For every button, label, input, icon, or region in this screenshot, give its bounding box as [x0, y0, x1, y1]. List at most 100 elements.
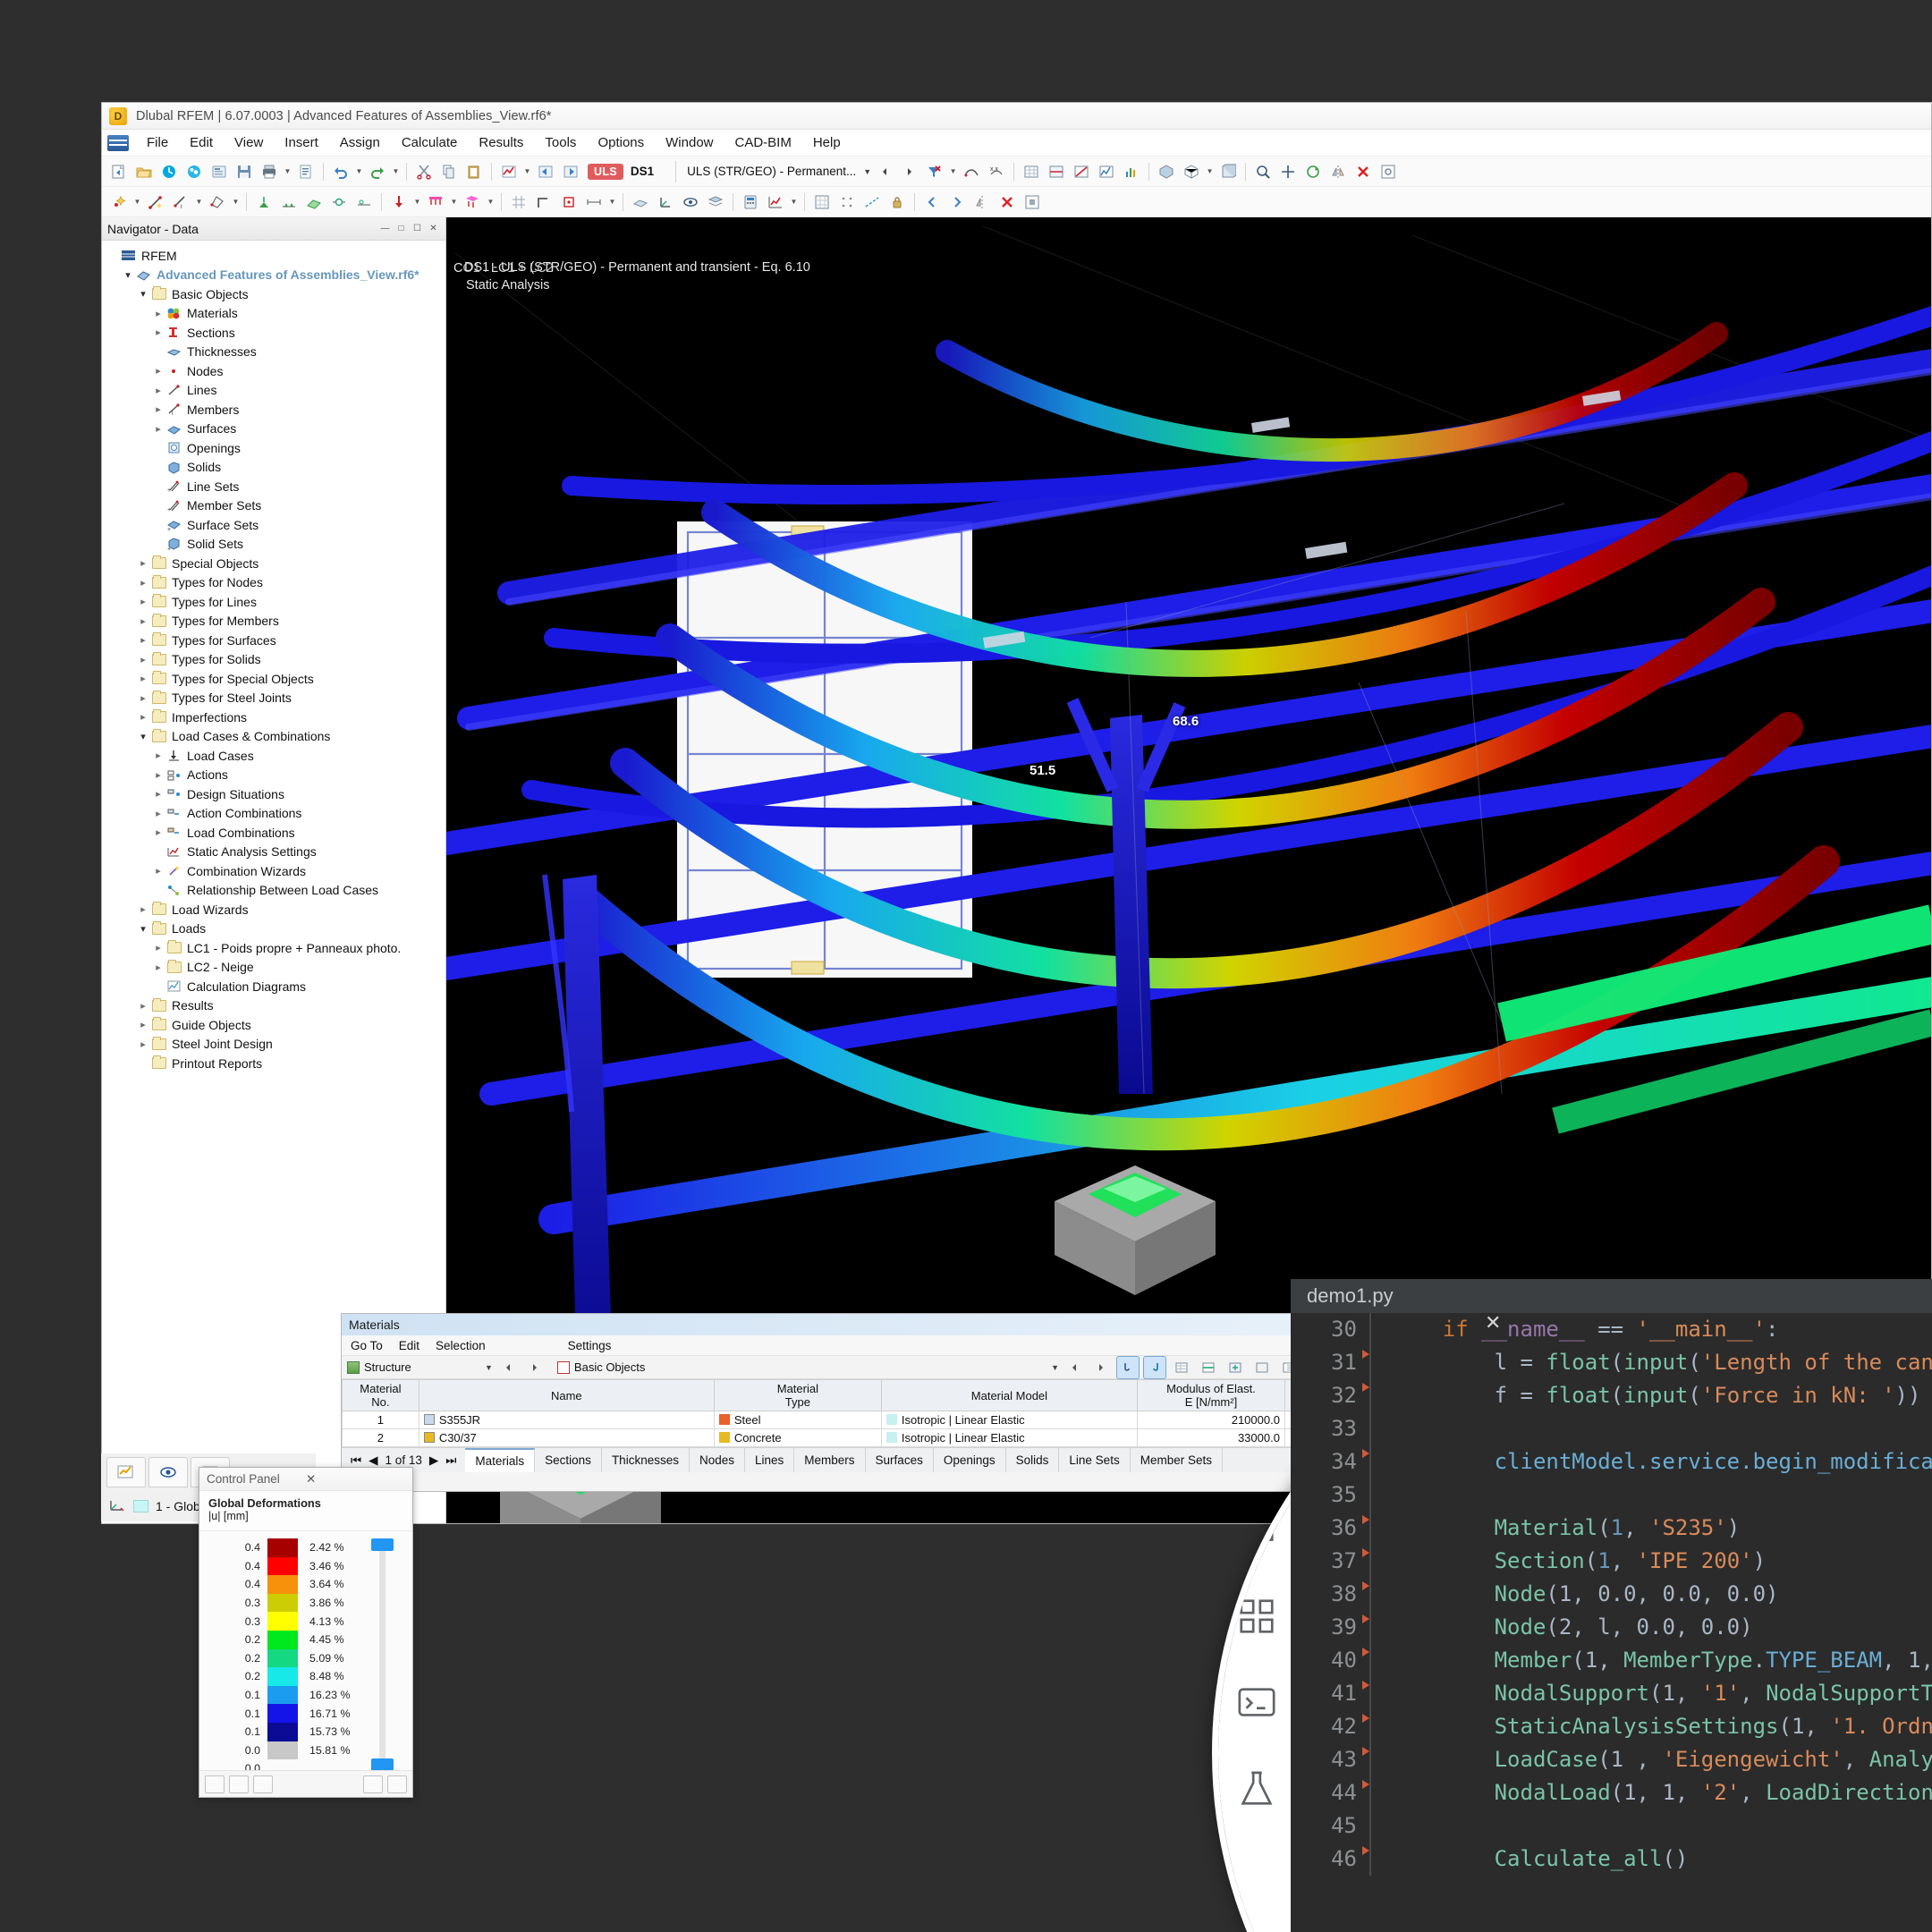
- work-plane-icon[interactable]: [629, 191, 652, 214]
- breakpoint-marker-icon[interactable]: [1362, 1548, 1369, 1557]
- view-settings-icon[interactable]: [1021, 191, 1044, 214]
- menu-item-view[interactable]: View: [224, 131, 274, 154]
- combination-combobox[interactable]: ULS (STR/GEO) - Permanent... ▼: [675, 160, 871, 182]
- tree-item-solids[interactable]: Solids: [102, 458, 445, 478]
- tree-item-design-situations[interactable]: ▸ Design Situations: [102, 784, 445, 804]
- chevron-right-icon[interactable]: ▸: [136, 654, 150, 665]
- print-dropdown-caret[interactable]: ▼: [283, 160, 292, 183]
- distribution-icon[interactable]: [1120, 160, 1143, 183]
- nodal-load-caret[interactable]: ▼: [412, 191, 422, 214]
- code-line[interactable]: NodalLoad(1, 1, '2', LoadDirectionType): [1391, 1776, 1932, 1809]
- new-node-caret[interactable]: ▼: [132, 191, 142, 214]
- close-view-icon[interactable]: [996, 191, 1019, 214]
- materials-menu-goto[interactable]: Go To: [351, 1339, 383, 1352]
- surface-load-caret[interactable]: ▼: [486, 191, 496, 214]
- chevron-right-icon[interactable]: ▸: [136, 673, 150, 684]
- code-line[interactable]: if __name__ == '__main__':: [1391, 1313, 1932, 1346]
- table-view-icon[interactable]: [1170, 1356, 1193, 1379]
- osnap-icon[interactable]: [557, 191, 580, 214]
- mode-next-icon[interactable]: [523, 1356, 547, 1379]
- table-tab-materials[interactable]: Materials: [465, 1448, 536, 1472]
- code-line[interactable]: NodalSupport(1, '1', NodalSupportType.FI…: [1391, 1677, 1932, 1710]
- tree-item-lc1-poids-propre-panneaux-photo[interactable]: ▸ LC1 - Poids propre + Panneaux photo.: [102, 938, 445, 958]
- chevron-right-icon[interactable]: ▸: [151, 808, 165, 819]
- chevron-right-icon[interactable]: ▸: [136, 1038, 150, 1050]
- code-line[interactable]: Member(1, MemberType.TYPE_BEAM, 1, 2, 0,…: [1391, 1644, 1932, 1677]
- prev-view-icon[interactable]: [920, 191, 944, 214]
- redo-icon[interactable]: [366, 160, 389, 183]
- pan-icon[interactable]: [1276, 160, 1300, 183]
- chevron-down-icon[interactable]: ▾: [136, 288, 150, 300]
- rotate-icon[interactable]: [1301, 160, 1325, 183]
- sync-selection-icon[interactable]: [1143, 1355, 1166, 1379]
- tree-item-load-cases-combinations[interactable]: ▾ Load Cases & Combinations: [102, 727, 445, 747]
- cell-name[interactable]: S355JR: [418, 1411, 715, 1429]
- grid-toggle-icon[interactable]: [810, 191, 834, 214]
- close-icon[interactable]: ✕: [306, 1472, 405, 1487]
- tree-item-load-wizards[interactable]: ▸ Load Wizards: [102, 900, 445, 919]
- chevron-right-icon[interactable]: ▸: [136, 1000, 150, 1012]
- next-view-icon[interactable]: [945, 191, 969, 214]
- tree-item-solid-sets[interactable]: + Solid Sets: [102, 535, 445, 555]
- tree-item-combination-wizards[interactable]: ▸ Combination Wizards: [102, 861, 445, 881]
- tree-item-rfem[interactable]: RFEM: [102, 246, 445, 266]
- zoom-window-icon[interactable]: [1251, 160, 1275, 183]
- tree-item-load-cases[interactable]: ▸ Load Cases: [102, 746, 445, 766]
- paste-icon[interactable]: [462, 160, 486, 183]
- code-line[interactable]: l = float(input('Length of the cantileve…: [1391, 1346, 1932, 1379]
- menu-item-calculate[interactable]: Calculate: [391, 131, 469, 154]
- chevron-right-icon[interactable]: ▸: [151, 423, 165, 435]
- scope-next-icon[interactable]: [1089, 1356, 1113, 1379]
- chevron-right-icon[interactable]: ▸: [151, 769, 165, 781]
- python-code-editor[interactable]: demo1.py 30 31 32 33 34 35 36 37 38 39 40 41 42 43 44 4…: [1291, 1279, 1932, 1932]
- code-line[interactable]: [1391, 1412, 1932, 1445]
- tree-item-line-sets[interactable]: + Line Sets: [102, 477, 445, 496]
- tree-item-load-combinations[interactable]: ▸ Load Combinations: [102, 823, 445, 843]
- chevron-down-icon[interactable]: ▾: [121, 269, 135, 281]
- new-node-icon[interactable]: [107, 191, 131, 214]
- navigator-pin-icon[interactable]: —: [378, 222, 392, 235]
- table-tab-members[interactable]: Members: [794, 1448, 866, 1472]
- tree-item-advanced-features-of-assemblies-view-rf6[interactable]: ▾ Advanced Features of Assemblies_View.rf…: [102, 266, 445, 285]
- chevron-right-icon[interactable]: ▸: [151, 750, 165, 761]
- tree-item-openings[interactable]: Openings: [102, 438, 445, 458]
- redo-dropdown-caret[interactable]: ▼: [391, 160, 401, 183]
- tree-item-sections[interactable]: ▸ Sections: [102, 323, 445, 343]
- chevron-right-icon[interactable]: ▸: [136, 577, 150, 589]
- surface-support-icon[interactable]: [302, 191, 326, 214]
- lock-icon[interactable]: [886, 191, 909, 214]
- calculate-icon[interactable]: [739, 191, 762, 214]
- settings-icon[interactable]: [1377, 160, 1400, 183]
- scope-caret-icon[interactable]: ▼: [1051, 1363, 1059, 1372]
- table-tab-member-sets[interactable]: Member Sets: [1130, 1448, 1223, 1472]
- visibility-icon[interactable]: [679, 191, 702, 214]
- chevron-right-icon[interactable]: ▸: [151, 385, 165, 396]
- undo-dropdown-caret[interactable]: ▼: [354, 160, 364, 183]
- surface-load-icon[interactable]: [461, 191, 484, 214]
- menu-item-options[interactable]: Options: [587, 131, 655, 154]
- show-deformation-icon[interactable]: [960, 160, 983, 183]
- code-text[interactable]: if __name__ == '__main__': l = float(inp…: [1369, 1313, 1932, 1876]
- mode-prev-icon[interactable]: [496, 1356, 520, 1379]
- tree-item-calculation-diagrams[interactable]: Calculation Diagrams: [102, 977, 445, 996]
- tree-item-materials[interactable]: ▸ Materials: [102, 304, 445, 324]
- tree-item-types-for-members[interactable]: ▸ Types for Members: [102, 612, 445, 631]
- table-tab-nodes[interactable]: Nodes: [689, 1448, 745, 1472]
- tree-item-types-for-special-objects[interactable]: ▸ Types for Special Objects: [102, 669, 445, 689]
- code-line[interactable]: Material(1, 'S235'): [1391, 1512, 1932, 1545]
- breakpoint-marker-icon[interactable]: [1362, 1846, 1369, 1855]
- tree-item-surfaces[interactable]: ▸ Surfaces: [102, 419, 445, 439]
- chevron-right-icon[interactable]: ▸: [151, 403, 165, 415]
- legend-slider-handle-bottom[interactable]: [371, 1758, 394, 1771]
- insert-row-icon[interactable]: [1197, 1356, 1220, 1379]
- materials-menu-settings[interactable]: Settings: [568, 1339, 612, 1352]
- editor-tab-demo1[interactable]: demo1.py: [1307, 1284, 1394, 1308]
- breakpoint-marker-icon[interactable]: [1362, 1780, 1369, 1789]
- copy-icon[interactable]: [437, 160, 461, 183]
- navigator-minimize-icon[interactable]: □: [394, 222, 408, 235]
- breakpoint-marker-icon[interactable]: [1362, 1614, 1369, 1623]
- mode-caret-icon[interactable]: ▼: [485, 1363, 493, 1372]
- legend-slider-handle-top[interactable]: [371, 1538, 394, 1551]
- menu-item-results[interactable]: Results: [468, 131, 534, 154]
- navigator-close-icon[interactable]: ✕: [427, 222, 440, 235]
